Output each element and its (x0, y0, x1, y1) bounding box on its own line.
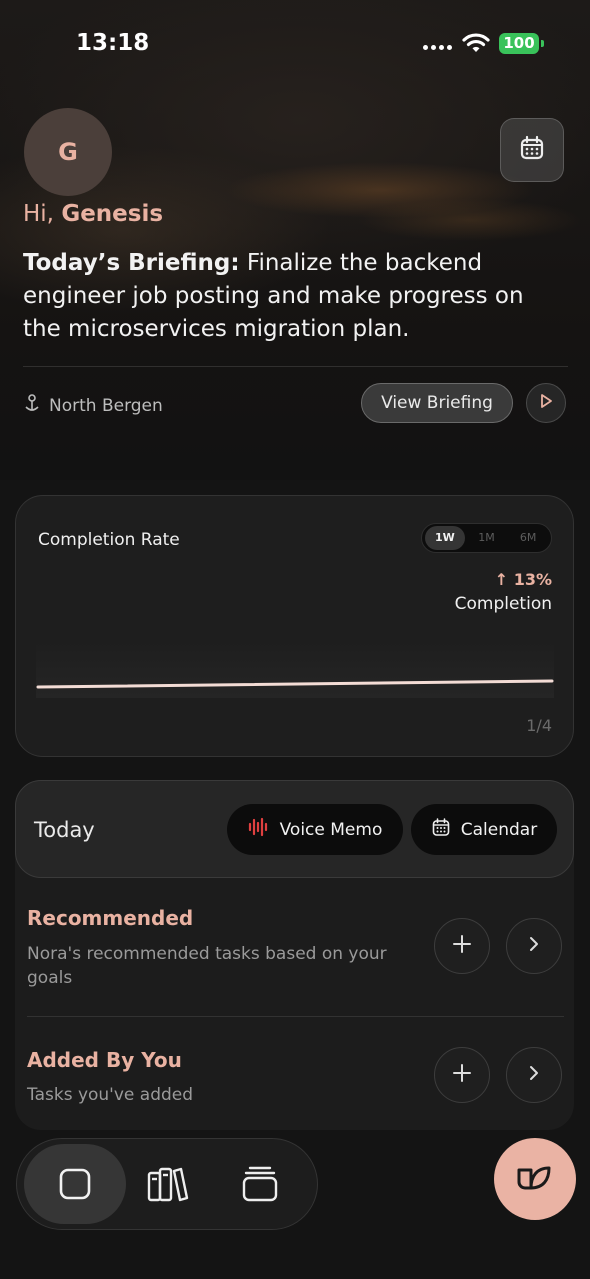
completion-chart (36, 640, 554, 698)
completion-change-value: 13% (513, 570, 552, 589)
calendar-pill-label: Calendar (460, 819, 538, 840)
battery-tip (541, 40, 544, 47)
recommended-title: Recommended (27, 906, 194, 930)
open-added-tasks-button[interactable] (506, 1047, 562, 1103)
add-recommended-button[interactable] (434, 918, 490, 974)
calendar-icon (518, 134, 546, 166)
briefing-label: Today’s Briefing: (23, 250, 240, 276)
range-1w[interactable]: 1W (425, 526, 465, 550)
waveform-icon (248, 817, 270, 842)
avatar[interactable]: G (24, 108, 112, 196)
signal-icon (423, 45, 452, 50)
greeting-prefix: Hi, (23, 201, 54, 227)
added-by-you-description: Tasks you've added (27, 1085, 194, 1105)
status-time: 13:18 (76, 30, 150, 56)
view-briefing-button[interactable]: View Briefing (361, 383, 513, 423)
library-icon[interactable] (145, 1164, 191, 1204)
section-divider (27, 1016, 564, 1017)
chevron-right-icon (527, 1065, 541, 1085)
recommended-description: Nora's recommended tasks based on your g… (27, 944, 387, 988)
completion-change: ↑ 13% (470, 570, 552, 589)
plus-icon (452, 934, 472, 958)
briefing-text: Today’s Briefing: Finalize the backend e… (23, 247, 568, 346)
assistant-logo-icon (515, 1162, 555, 1196)
range-6m[interactable]: 6M (508, 526, 548, 550)
greeting: Hi, Genesis (23, 201, 163, 227)
completion-title: Completion Rate (38, 530, 180, 550)
page-indicator: 1/4 (526, 716, 552, 735)
wifi-icon (462, 32, 490, 58)
calendar-pill-button[interactable]: Calendar (411, 804, 557, 855)
user-name: Genesis (61, 201, 164, 227)
calendar-small-icon (431, 817, 451, 842)
stack-icon[interactable] (240, 1162, 280, 1206)
chevron-right-icon (527, 936, 541, 956)
play-button[interactable] (526, 383, 566, 423)
completion-change-label: Completion (454, 594, 552, 614)
open-recommended-button[interactable] (506, 918, 562, 974)
voice-memo-button[interactable]: Voice Memo (227, 804, 403, 855)
calendar-button[interactable] (500, 118, 564, 182)
location-pin-icon (23, 393, 41, 418)
header-divider (23, 366, 568, 367)
battery-indicator: 100 (499, 33, 539, 54)
location-label: North Bergen (49, 395, 163, 416)
range-1m[interactable]: 1M (467, 526, 507, 550)
chart-fill (36, 640, 554, 698)
square-icon (57, 1164, 93, 1204)
arrow-up-icon: ↑ (494, 570, 509, 589)
location: North Bergen (23, 393, 163, 418)
add-task-button[interactable] (434, 1047, 490, 1103)
today-label: Today (34, 818, 95, 842)
assistant-button[interactable] (494, 1138, 576, 1220)
play-icon (538, 393, 554, 413)
range-selector: 1W 1M 6M (421, 523, 552, 553)
plus-icon (452, 1063, 472, 1087)
voice-memo-label: Voice Memo (279, 819, 383, 840)
added-by-you-title: Added By You (27, 1048, 182, 1072)
